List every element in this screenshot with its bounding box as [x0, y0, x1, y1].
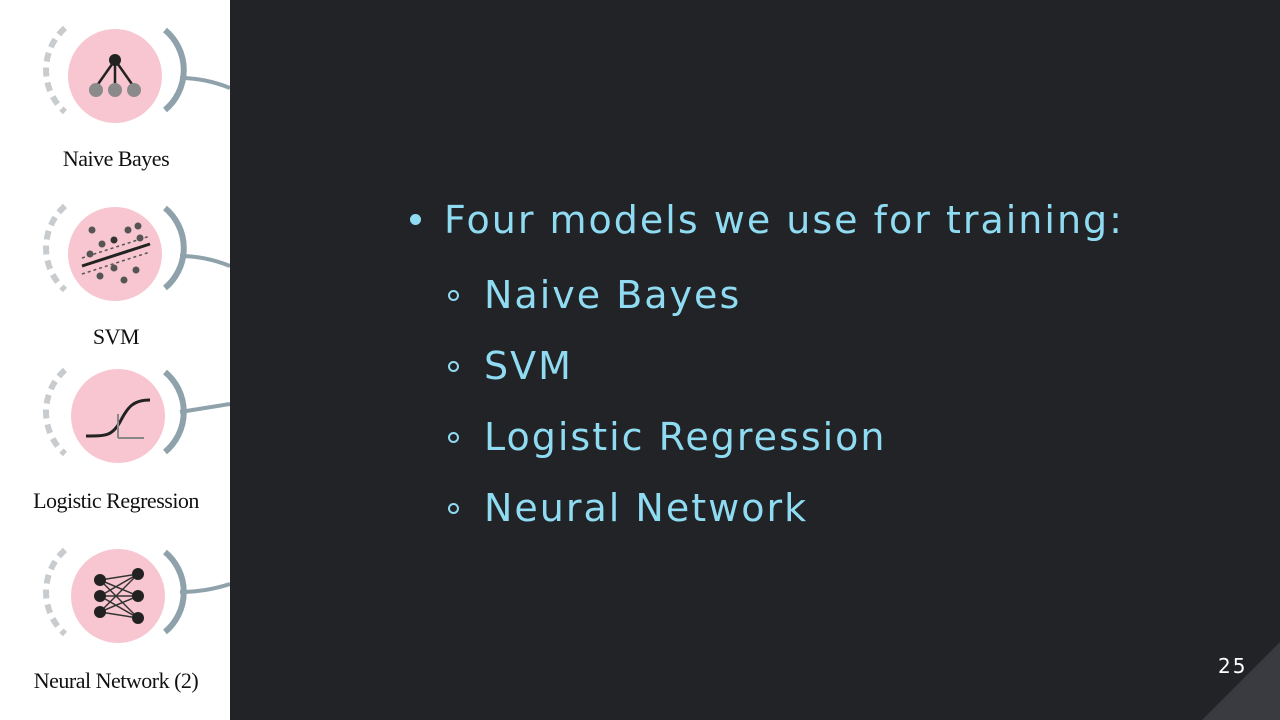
widget-neural-network[interactable]: Neural Network (2): [0, 522, 230, 702]
widget-label: Neural Network (2): [33, 668, 199, 693]
neural-network-icon: [43, 547, 230, 643]
widget-naive-bayes[interactable]: Naive Bayes: [0, 0, 230, 180]
sub-bullet-item: SVM: [408, 331, 1124, 402]
widget-panel: Naive Bayes SVM Logistic Regression Neur…: [0, 0, 230, 720]
sub-bullet-list: Naive Bayes SVM Logistic Regression Neur…: [408, 260, 1124, 544]
widget-logistic-regression[interactable]: Logistic Regression: [0, 342, 230, 522]
bullet-main: Four models we use for training:: [408, 190, 1124, 250]
bullet-text: Four models we use for training:: [444, 198, 1124, 242]
sub-bullet-item: Naive Bayes: [408, 260, 1124, 331]
page-number: 25: [1218, 654, 1248, 678]
slide-bullets: Four models we use for training: Naive B…: [408, 190, 1124, 544]
sub-bullets-container: Naive Bayes SVM Logistic Regression Neur…: [408, 260, 1124, 544]
widget-svm[interactable]: SVM: [0, 178, 230, 358]
svm-icon: [43, 203, 230, 301]
naive-bayes-icon: [43, 25, 230, 123]
sub-bullet-item: Neural Network: [408, 473, 1124, 544]
widget-label: Naive Bayes: [62, 146, 170, 171]
widget-label: Logistic Regression: [33, 488, 199, 513]
logistic-regression-icon: [43, 367, 230, 463]
sub-bullet-item: Logistic Regression: [408, 402, 1124, 473]
